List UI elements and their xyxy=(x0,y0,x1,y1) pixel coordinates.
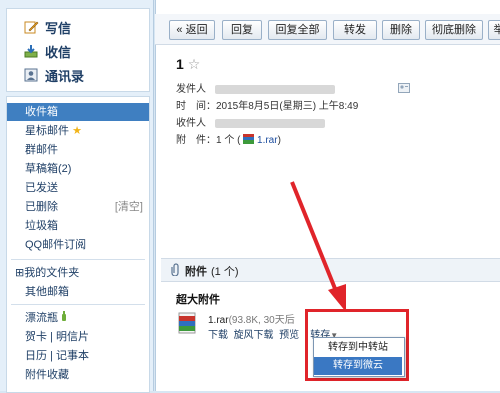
bottle-icon xyxy=(61,311,67,324)
sender-label: 发件人 xyxy=(176,84,206,95)
sidebar-item-drift-bottle[interactable]: 漂流瓶 xyxy=(7,309,149,327)
sidebar-item-starred[interactable]: 星标邮件 ★ xyxy=(7,122,149,140)
sidebar-item-group[interactable]: 群邮件 xyxy=(7,141,149,159)
attachment-label: 附 件： xyxy=(176,135,216,146)
delete-button[interactable]: 删除 xyxy=(382,20,420,40)
receive-button[interactable]: 收信 xyxy=(23,41,71,61)
compose-icon xyxy=(23,19,39,35)
sidebar-item-cards[interactable]: 贺卡 | 明信片 xyxy=(7,328,149,346)
back-button[interactable]: « 返回 xyxy=(169,20,215,40)
forward-button[interactable]: 转发 xyxy=(333,20,377,40)
sidebar-item-inbox[interactable]: 收件箱 xyxy=(7,103,149,121)
attachment-link[interactable]: 1.rar xyxy=(257,135,278,146)
sidebar-item-drafts[interactable]: 草稿箱(2) xyxy=(7,160,149,178)
expand-icon[interactable]: ⊞ xyxy=(15,267,24,279)
sidebar-item-deleted[interactable]: 已删除 [清空] xyxy=(7,198,149,216)
save-to-weiyun-option[interactable]: 转存到微云 xyxy=(314,357,402,375)
save-to-transfer-station-option[interactable]: 转存到中转站 xyxy=(314,339,402,357)
attachments-title: 附件 xyxy=(185,266,207,278)
divider xyxy=(11,259,145,260)
receive-label: 收信 xyxy=(45,44,72,60)
recipient-row: 收件人 xyxy=(176,114,325,129)
folder-list: 收件箱 星标邮件 ★ 群邮件 草稿箱(2) 已发送 已删除 [清空] 垃圾箱 QQ… xyxy=(6,96,150,393)
quick-actions: 写信 收信 通讯录 xyxy=(6,8,150,92)
red-arrow-annotation xyxy=(290,181,346,312)
sidebar-item-sent[interactable]: 已发送 xyxy=(7,179,149,197)
attachments-count: (1 个) xyxy=(211,266,239,278)
rar-icon xyxy=(243,133,255,147)
sender-row: 发件人 xyxy=(176,80,410,96)
divider xyxy=(11,304,145,305)
compose-button[interactable]: 写信 xyxy=(23,17,71,37)
empty-trash-link[interactable]: [清空] xyxy=(115,198,143,216)
download-link[interactable]: 下载 xyxy=(208,330,228,341)
sidebar-item-calendar[interactable]: 日历 | 记事本 xyxy=(7,347,149,365)
sidebar-item-my-folders[interactable]: ⊞我的文件夹 xyxy=(7,264,149,282)
time-label: 时 间： xyxy=(176,101,216,112)
compose-label: 写信 xyxy=(45,20,72,36)
big-attachment-title: 超大附件 xyxy=(176,294,220,306)
recipient-label: 收件人 xyxy=(176,118,206,129)
contacts-label: 通讯录 xyxy=(45,68,85,84)
contacts-icon xyxy=(23,67,39,83)
attachment-row: 附 件：1 个 ( 1.rar) xyxy=(176,133,281,147)
toolbar: « 返回 回复 回复全部 转发 删除 彻底删除 举 xyxy=(155,14,500,45)
sender-address-redacted xyxy=(214,84,335,94)
contact-card-icon[interactable] xyxy=(397,82,410,96)
rar-file-icon xyxy=(178,312,196,334)
time-value: 2015年8月5日(星期三) 上午8:49 xyxy=(216,101,359,112)
inbox-download-icon xyxy=(23,43,39,59)
preview-link[interactable]: 预览 xyxy=(279,330,299,341)
save-to-dropdown: 转存到中转站 转存到微云 xyxy=(313,337,405,377)
sidebar-item-spam[interactable]: 垃圾箱 xyxy=(7,217,149,235)
delete-permanent-button[interactable]: 彻底删除 xyxy=(425,20,483,40)
more-button[interactable]: 举 xyxy=(488,20,500,40)
star-toggle-icon[interactable]: ☆ xyxy=(188,56,201,72)
time-row: 时 间：2015年8月5日(星期三) 上午8:49 xyxy=(176,97,358,112)
reply-button[interactable]: 回复 xyxy=(222,20,262,40)
reply-all-button[interactable]: 回复全部 xyxy=(268,20,327,40)
file-name: 1.rar xyxy=(208,315,229,326)
sidebar-item-attachment-collection[interactable]: 附件收藏 xyxy=(7,366,149,384)
sidebar-item-other-mailbox[interactable]: 其他邮箱 xyxy=(7,283,149,301)
paperclip-icon xyxy=(171,263,181,279)
sidebar-item-subscriptions[interactable]: QQ邮件订阅 xyxy=(7,236,149,254)
contacts-button[interactable]: 通讯录 xyxy=(23,65,84,85)
mail-subject: 1 ☆ xyxy=(176,56,201,72)
xuanfeng-download-link[interactable]: 旋风下载 xyxy=(234,330,274,341)
recipient-address-redacted xyxy=(214,118,325,128)
star-icon: ★ xyxy=(72,125,82,137)
